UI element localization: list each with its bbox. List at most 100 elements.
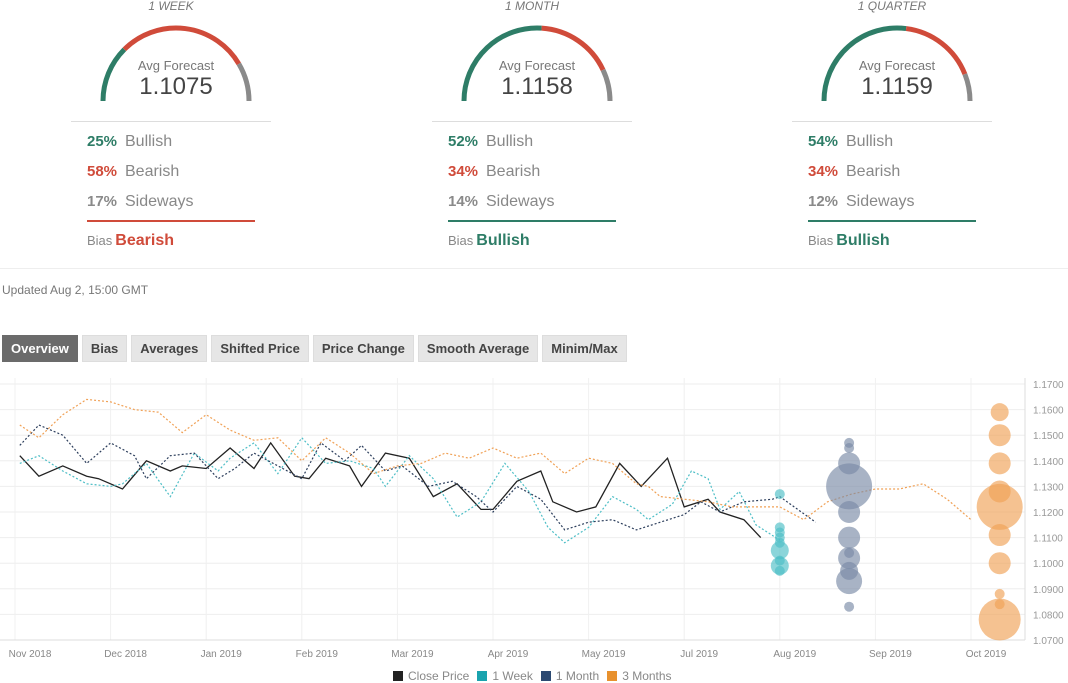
x-axis: Nov 2018 Dec 2018 Jan 2019 Feb 2019 Mar 2019… — [0, 639, 1025, 660]
legend-item-close-price[interactable]: Close Price — [393, 669, 469, 683]
bias-value: Bullish — [476, 232, 530, 249]
chart-tabs: Overview Bias Averages Shifted Price Pri… — [2, 335, 627, 362]
y-tick-label: 1.1500 — [1033, 431, 1064, 442]
bullish-pct: 54% — [808, 133, 839, 150]
separator — [432, 121, 632, 122]
bullish-label: Bullish — [125, 133, 173, 150]
forecast-bubble-3-months — [988, 452, 1011, 475]
bullish-pct: 52% — [448, 133, 479, 150]
legend-label: Close Price — [408, 669, 470, 683]
forecast-bubble-3-months — [978, 598, 1021, 641]
forecast-bubble-1-week — [774, 489, 785, 500]
bearish-label: Bearish — [486, 163, 541, 180]
tab-averages[interactable]: Averages — [131, 335, 208, 362]
bullish-label: Bullish — [486, 133, 534, 150]
forecast-bubble-3-months — [976, 483, 1023, 530]
forecast-bubble-1-month — [844, 601, 855, 612]
forecast-bubble-3-months — [988, 424, 1011, 447]
bias-label: Bias — [808, 233, 834, 248]
avg-forecast-value: 1.1159 — [861, 73, 933, 100]
bearish-row: 58% Bearish — [87, 163, 179, 181]
series-lines — [19, 398, 972, 544]
avg-forecast-label: Avg Forecast — [858, 58, 936, 73]
tab-shifted-price[interactable]: Shifted Price — [211, 335, 309, 362]
forecast-bubble-3-months — [988, 552, 1011, 575]
bullish-pct: 25% — [87, 133, 118, 150]
tab-price-change[interactable]: Price Change — [312, 335, 414, 362]
legend-item-1-week[interactable]: 1 Week — [477, 669, 533, 683]
gauge: Avg Forecast 1.1158 — [457, 18, 617, 108]
y-tick-label: 1.1200 — [1033, 508, 1064, 519]
bias-line — [808, 220, 976, 222]
sideways-label: Sideways — [125, 193, 194, 210]
series-line-3-months — [19, 398, 972, 521]
series-line-close-price — [19, 441, 762, 539]
bias-line — [87, 220, 255, 222]
updated-timestamp: Updated Aug 2, 15:00 GMT — [2, 283, 149, 297]
sideways-row: 17% Sideways — [87, 193, 193, 211]
sideways-pct: 12% — [808, 193, 839, 210]
sideways-row: 14% Sideways — [448, 193, 554, 211]
y-tick-label: 1.0900 — [1033, 585, 1064, 596]
forecast-bubble-1-month — [838, 501, 861, 523]
avg-forecast-value: 1.1075 — [139, 73, 213, 100]
bias-value: Bearish — [115, 232, 174, 249]
legend-label: 1 Month — [555, 669, 600, 683]
bullish-row: 25% Bullish — [87, 133, 172, 151]
period-label: 1 WEEK — [148, 0, 194, 13]
y-tick-label: 1.1100 — [1033, 534, 1063, 545]
tab-bias[interactable]: Bias — [81, 335, 128, 362]
legend-label: 1 Week — [492, 669, 533, 683]
bearish-label: Bearish — [846, 163, 901, 180]
grid — [0, 378, 1025, 641]
bias: Bias Bearish — [87, 232, 174, 250]
forecast-bubble-1-month — [844, 443, 855, 453]
separator — [71, 121, 271, 122]
forecast-bubble-3-months — [988, 524, 1011, 547]
forecast-bubble-1-week — [774, 565, 785, 576]
y-tick-label: 1.0800 — [1033, 610, 1064, 621]
forecast-bubbles — [770, 403, 1023, 641]
x-tick-label: Aug 2019 — [773, 649, 816, 660]
y-tick-label: 1.1000 — [1033, 559, 1064, 570]
tab-overview[interactable]: Overview — [2, 335, 78, 362]
x-tick-label: Feb 2019 — [296, 649, 339, 660]
tab-minim-max[interactable]: Minim/Max — [542, 335, 627, 362]
forecast-bubble-3-months — [994, 588, 1005, 599]
bearish-row: 34% Bearish — [808, 163, 900, 181]
x-tick-label: May 2019 — [582, 649, 626, 660]
forecast-bubble-1-month — [836, 568, 863, 595]
x-tick-label: Jul 2019 — [680, 649, 718, 660]
x-tick-label: Apr 2019 — [488, 649, 529, 660]
period-label: 1 QUARTER — [857, 0, 927, 13]
bias: Bias Bullish — [808, 232, 890, 250]
separator — [792, 121, 992, 122]
bias-label: Bias — [87, 233, 113, 248]
bearish-row: 34% Bearish — [448, 163, 540, 181]
gauge: Avg Forecast 1.1075 — [96, 18, 256, 108]
avg-forecast-value: 1.1158 — [501, 73, 573, 100]
avg-forecast-label: Avg Forecast — [498, 58, 576, 73]
y-tick-label: 1.1300 — [1033, 482, 1064, 493]
bias-label: Bias — [448, 233, 474, 248]
tab-smooth-average[interactable]: Smooth Average — [417, 335, 539, 362]
series-line-1-week — [19, 436, 781, 544]
y-tick-label: 1.1400 — [1033, 457, 1064, 468]
chart-legend: Close Price 1 Week 1 Month 3 Months — [393, 669, 672, 683]
bearish-label: Bearish — [125, 163, 180, 180]
x-tick-label: Dec 2018 — [104, 649, 147, 660]
legend-swatch — [607, 671, 618, 681]
sideways-label: Sideways — [486, 193, 555, 210]
sideways-row: 12% Sideways — [808, 193, 914, 211]
forecast-bubble-1-month — [838, 526, 861, 549]
y-tick-label: 1.1700 — [1033, 380, 1064, 391]
legend-item-3-months[interactable]: 3 Months — [607, 669, 672, 683]
gauge: Avg Forecast 1.1159 — [817, 18, 977, 108]
bullish-label: Bullish — [846, 133, 894, 150]
y-tick-label: 1.0700 — [1033, 636, 1064, 647]
legend-label: 3 Months — [622, 669, 672, 683]
bullish-row: 54% Bullish — [808, 133, 893, 151]
legend-swatch — [393, 671, 403, 681]
legend-item-1-month[interactable]: 1 Month — [540, 669, 600, 683]
divider — [0, 268, 1068, 269]
